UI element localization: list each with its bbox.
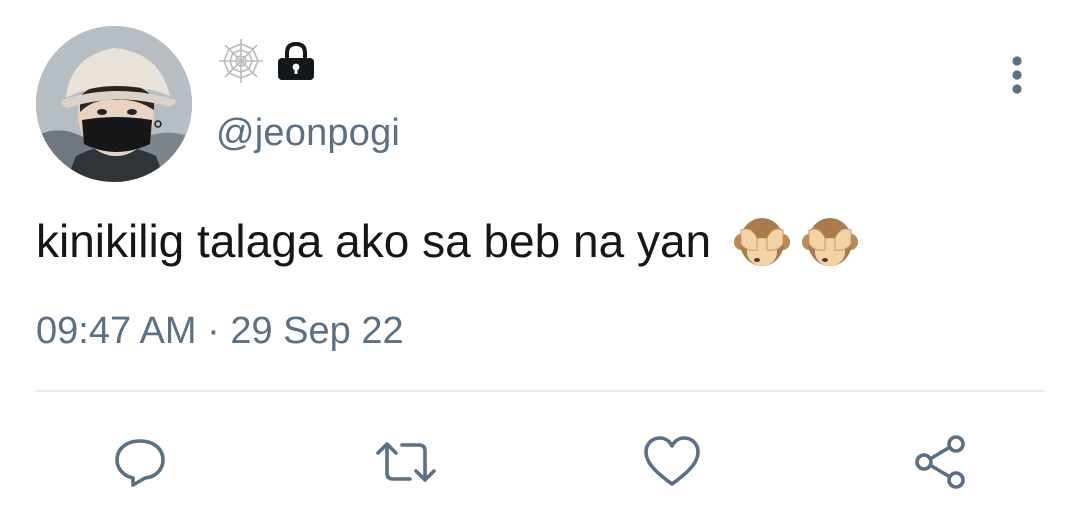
more-options-button[interactable] xyxy=(996,52,1038,98)
reply-icon xyxy=(115,439,165,487)
reply-button[interactable] xyxy=(106,428,174,496)
avatar[interactable] xyxy=(36,26,192,182)
spiderweb-icon xyxy=(216,36,266,91)
see-no-evil-monkey-icon xyxy=(734,218,791,266)
timestamp-separator: · xyxy=(207,310,220,352)
display-name-row[interactable] xyxy=(216,38,318,88)
tweet-time: 09:47 AM xyxy=(36,310,197,352)
user-handle[interactable]: @jeonpogi xyxy=(216,112,400,155)
share-button[interactable] xyxy=(906,428,974,496)
retweet-button[interactable] xyxy=(372,428,440,496)
tweet-date: 29 Sep 22 xyxy=(230,310,404,352)
emoji-group xyxy=(733,212,859,270)
see-no-evil-monkey-icon xyxy=(802,218,859,266)
tweet-body: kinikilig talaga ako sa beb na yan xyxy=(36,206,859,276)
more-vertical-icon xyxy=(1012,56,1022,94)
heart-icon xyxy=(644,436,700,486)
tweet-text: kinikilig talaga ako sa beb na yan xyxy=(36,215,712,267)
retweet-icon xyxy=(376,442,436,482)
tweet-timestamp[interactable]: 09:47 AM · 29 Sep 22 xyxy=(36,310,404,353)
like-button[interactable] xyxy=(638,428,706,496)
lock-icon xyxy=(274,39,318,88)
avatar-image xyxy=(36,26,192,182)
share-icon xyxy=(915,435,965,489)
tweet-card: @jeonpogi kinikilig talaga ako sa beb na… xyxy=(0,0,1080,530)
divider xyxy=(36,390,1044,392)
